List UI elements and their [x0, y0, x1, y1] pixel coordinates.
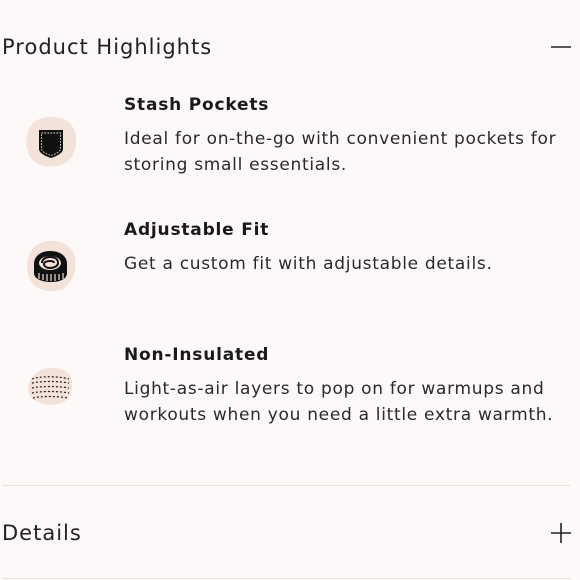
product-accordion: Product Highlights Stash Pockets Ideal f…	[0, 0, 580, 580]
section-divider	[2, 578, 570, 579]
feature-description: Get a custom fit with adjustable details…	[124, 254, 493, 274]
feature-title: Adjustable Fit	[124, 220, 270, 240]
product-highlights-header[interactable]: Product Highlights	[2, 30, 572, 64]
fabric-layer-icon	[25, 362, 77, 414]
feature-title: Non-Insulated	[124, 345, 270, 365]
minus-icon[interactable]	[550, 36, 572, 58]
product-highlights-title: Product Highlights	[2, 35, 213, 59]
pocket-icon	[25, 116, 77, 168]
feature-title: Stash Pockets	[124, 95, 270, 115]
feature-description: Light-as-air layers to pop on for warmup…	[124, 379, 554, 425]
details-title: Details	[2, 521, 82, 545]
details-header[interactable]: Details	[2, 516, 572, 550]
feature-description: Ideal for on-the-go with convenient pock…	[124, 129, 557, 175]
measuring-tape-icon	[25, 240, 77, 292]
section-divider	[2, 485, 570, 486]
plus-icon[interactable]	[550, 522, 572, 544]
